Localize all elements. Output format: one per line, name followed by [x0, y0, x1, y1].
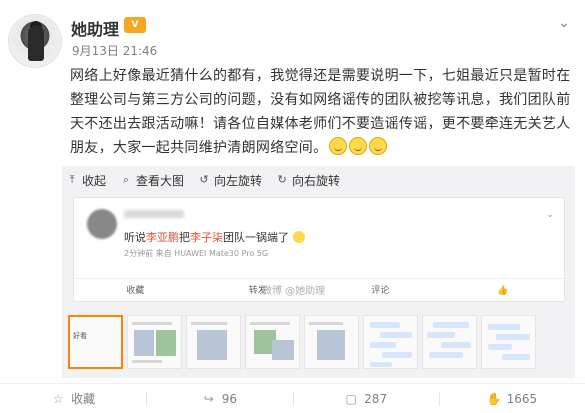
- avatar[interactable]: [8, 14, 62, 68]
- rotate-right-icon: ↻: [277, 173, 287, 186]
- embedded-like: 👍: [497, 286, 509, 296]
- embedded-comment: 评论: [371, 286, 390, 296]
- thumbnail-label: 好看: [73, 332, 87, 340]
- rotate-left-button[interactable]: ↺ 向左旋转: [198, 171, 262, 189]
- weibo-post: 她助理 V 9月13日 21:46 ⌄ 网络上好像最近猜什么的都有，我觉得还是需…: [0, 0, 585, 413]
- chevron-down-icon: ⌄: [546, 210, 554, 220]
- embedded-collect: 收藏: [126, 286, 145, 296]
- collapse-label: 收起: [82, 173, 107, 188]
- thumbnail[interactable]: [363, 315, 418, 369]
- collect-label: 收藏: [71, 392, 96, 406]
- repost-button[interactable]: ↪ 96: [146, 384, 292, 413]
- comment-button[interactable]: ▢ 287: [292, 384, 439, 413]
- star-icon: ☆: [52, 391, 64, 406]
- comment-count: 287: [364, 391, 388, 406]
- image-toolbar: ⤒ 收起 ⌕ 查看大图 ↺ 向左旋转 ↻ 向右旋转: [66, 171, 341, 189]
- blurred-username: [124, 210, 184, 218]
- thumbnail[interactable]: 好看: [68, 315, 123, 369]
- collect-button[interactable]: ☆ 收藏: [0, 384, 146, 413]
- collapse-icon: ⤒: [69, 173, 75, 186]
- thumbnail[interactable]: [422, 315, 477, 369]
- repost-count: 96: [221, 391, 238, 406]
- username[interactable]: 她助理: [71, 16, 119, 40]
- text-prefix: 听说: [124, 231, 146, 244]
- thumbnail[interactable]: [481, 315, 536, 369]
- thumbnail[interactable]: [304, 315, 359, 369]
- thumbnail[interactable]: [127, 315, 182, 369]
- highlight-name-2: 李子柒: [190, 231, 223, 244]
- view-large-label: 查看大图: [136, 173, 185, 188]
- avatar-figure: [28, 25, 44, 61]
- post-actions: ☆ 收藏 ↪ 96 ▢ 287 ✋ 1665: [0, 383, 585, 413]
- like-count: 1665: [506, 391, 538, 406]
- text-mid: 把: [179, 231, 190, 244]
- rotate-left-label: 向左旋转: [214, 173, 263, 188]
- watermark: 微博 @她助理: [262, 286, 326, 297]
- rotate-right-label: 向右旋转: [292, 173, 341, 188]
- laugh-emoji-icon: [292, 231, 305, 243]
- post-timestamp[interactable]: 9月13日 21:46: [72, 42, 157, 59]
- zoom-icon: ⌕: [122, 173, 130, 186]
- post-text: 网络上好像最近猜什么的都有，我觉得还是需要说明一下，七姐最近只是暂时在整理公司与…: [70, 68, 571, 156]
- thumbs-up-icon: ✋: [486, 391, 502, 406]
- view-large-button[interactable]: ⌕ 查看大图: [120, 171, 184, 189]
- smile-emoji-icon: [329, 137, 348, 155]
- highlight-name-1: 李亚鹏: [146, 231, 179, 244]
- repost-icon: ↪: [203, 391, 214, 406]
- thumbnail-strip: 好看: [68, 315, 536, 369]
- blurred-avatar: [87, 209, 117, 239]
- text-suffix: 团队一锅端了: [223, 231, 289, 244]
- embedded-post-meta: 2分钟前 来自 HUAWEI Mate30 Pro 5G: [124, 249, 269, 258]
- vip-badge-icon: V: [124, 17, 146, 33]
- collapse-button[interactable]: ⤒ 收起: [66, 171, 106, 189]
- thumbnail[interactable]: [245, 315, 300, 369]
- post-body: 网络上好像最近猜什么的都有，我觉得还是需要说明一下，七姐最近只是暂时在整理公司与…: [70, 64, 575, 160]
- rotate-right-button[interactable]: ↻ 向右旋转: [276, 171, 340, 189]
- smile-emoji-icon: [349, 137, 368, 155]
- like-button[interactable]: ✋ 1665: [438, 384, 585, 413]
- embedded-post-text: 听说李亚鹏把李子柒团队一锅端了: [124, 229, 305, 245]
- chevron-down-icon[interactable]: ⌄: [553, 12, 575, 34]
- comment-icon: ▢: [345, 391, 357, 406]
- smile-emoji-icon: [369, 137, 388, 155]
- thumbnail[interactable]: [186, 315, 241, 369]
- rotate-left-icon: ↺: [199, 173, 209, 186]
